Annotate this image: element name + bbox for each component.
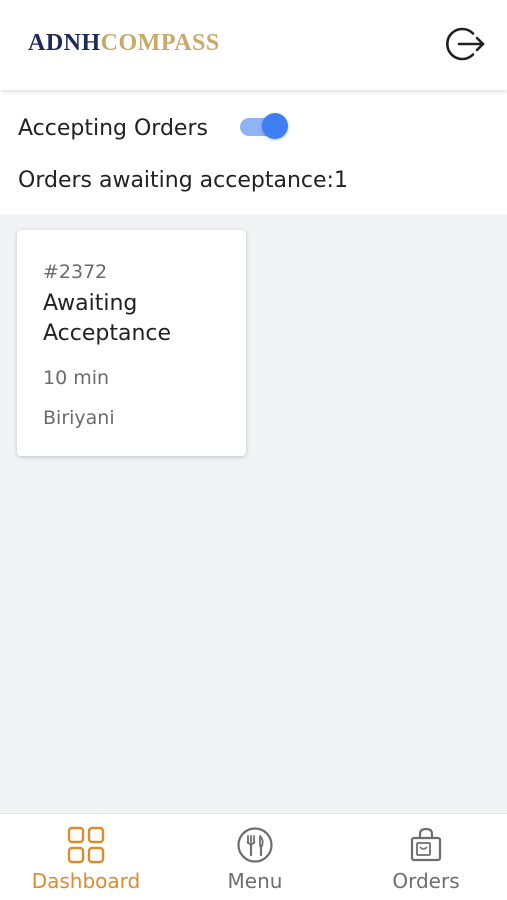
nav-item-menu[interactable]: Menu xyxy=(210,814,300,900)
order-status: Awaiting Acceptance xyxy=(43,291,172,346)
order-status-section: Accepting Orders Orders awaiting accepta… xyxy=(0,90,507,214)
toggle-thumb xyxy=(262,113,288,139)
app-header: ADNH COMPASS xyxy=(0,0,507,90)
logo-text-compass: COMPASS xyxy=(100,30,220,56)
nav-item-orders[interactable]: Orders xyxy=(378,814,474,900)
app-screen: ADNH COMPASS Accepting Orders Orders awai… xyxy=(0,0,507,900)
brand-logo: ADNH COMPASS xyxy=(28,30,220,60)
accepting-orders-toggle[interactable] xyxy=(240,113,288,141)
accepting-orders-row: Accepting Orders xyxy=(18,112,208,144)
order-item: Biriyani xyxy=(43,407,115,429)
nav-label-orders: Orders xyxy=(392,869,460,893)
logout-icon xyxy=(445,24,486,68)
shopping-bag-icon xyxy=(406,825,446,865)
order-card[interactable]: #2372 Awaiting Acceptance 10 min Biriyan… xyxy=(17,230,246,456)
order-id: #2372 xyxy=(43,261,108,283)
accepting-orders-label: Accepting Orders xyxy=(18,115,208,141)
awaiting-acceptance-count: Orders awaiting acceptance:1 xyxy=(18,168,348,193)
nav-label-menu: Menu xyxy=(227,869,283,893)
logout-button[interactable] xyxy=(440,24,492,68)
nav-item-dashboard[interactable]: Dashboard xyxy=(22,814,150,900)
bottom-navigation: Dashboard Menu Orders xyxy=(0,813,507,900)
restaurant-menu-icon xyxy=(235,825,275,865)
order-time: 10 min xyxy=(43,367,110,389)
orders-content-area: #2372 Awaiting Acceptance 10 min Biriyan… xyxy=(0,214,507,813)
nav-label-dashboard: Dashboard xyxy=(31,869,141,893)
logo-text-adnh: ADNH xyxy=(28,30,101,56)
dashboard-grid-icon xyxy=(66,825,106,865)
